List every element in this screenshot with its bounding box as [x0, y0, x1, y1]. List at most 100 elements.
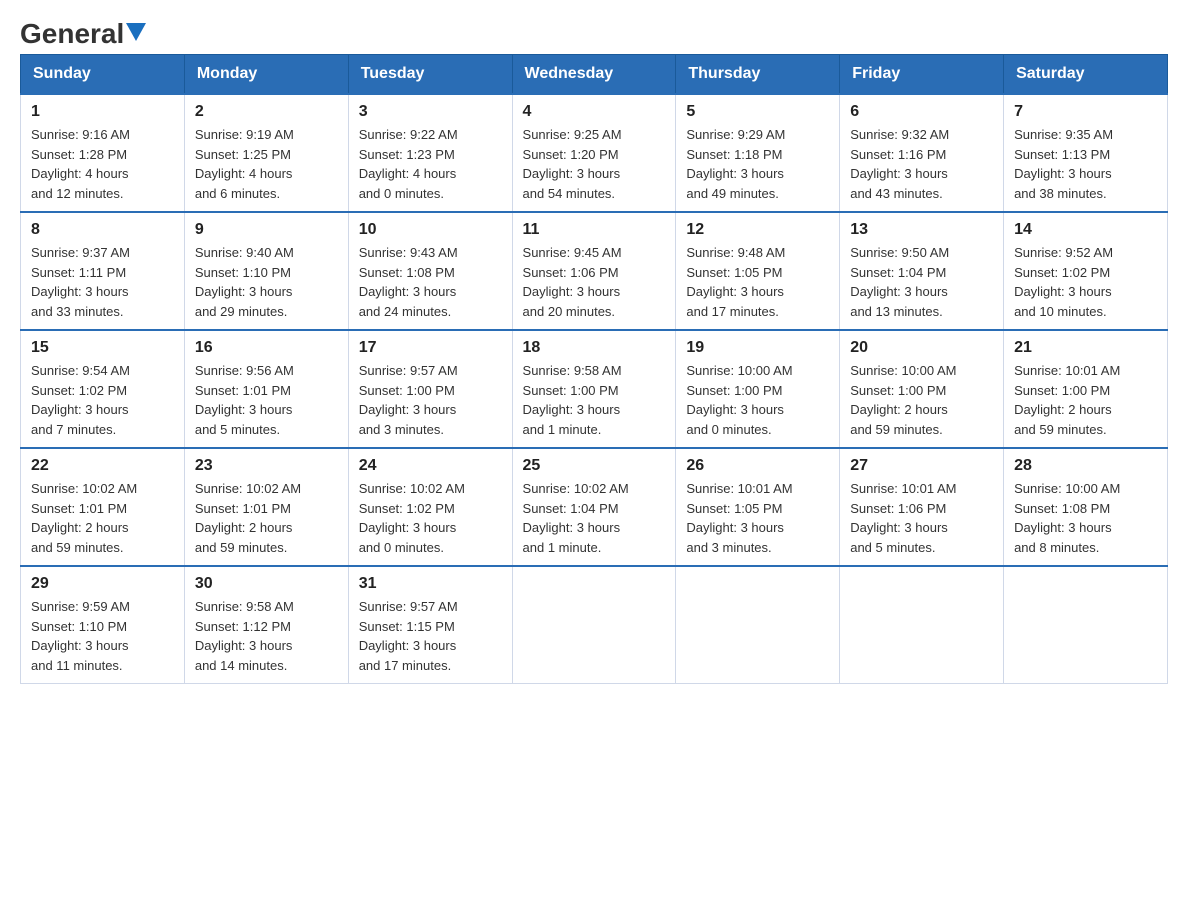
calendar-cell — [840, 566, 1004, 684]
calendar-cell: 5 Sunrise: 9:29 AM Sunset: 1:18 PM Daylig… — [676, 94, 840, 212]
day-info: Sunrise: 9:43 AM Sunset: 1:08 PM Dayligh… — [359, 243, 502, 321]
day-info: Sunrise: 9:37 AM Sunset: 1:11 PM Dayligh… — [31, 243, 174, 321]
day-info: Sunrise: 9:45 AM Sunset: 1:06 PM Dayligh… — [523, 243, 666, 321]
calendar-header-row: SundayMondayTuesdayWednesdayThursdayFrid… — [21, 55, 1168, 95]
weekday-header-tuesday: Tuesday — [348, 55, 512, 95]
day-number: 19 — [686, 339, 829, 357]
calendar-cell: 4Sunrise: 9:25 AM Sunset: 1:20 PM Daylig… — [512, 94, 676, 212]
calendar-cell: 29Sunrise: 9:59 AM Sunset: 1:10 PM Dayli… — [21, 566, 185, 684]
day-info: Sunrise: 9:25 AM Sunset: 1:20 PM Dayligh… — [523, 125, 666, 203]
day-number: 17 — [359, 339, 502, 357]
day-number: 28 — [1014, 457, 1157, 475]
calendar-cell: 17 Sunrise: 9:57 AM Sunset: 1:00 PM Dayli… — [348, 330, 512, 448]
day-number: 16 — [195, 339, 338, 357]
calendar-cell — [512, 566, 676, 684]
weekday-header-monday: Monday — [184, 55, 348, 95]
calendar-cell: 16Sunrise: 9:56 AM Sunset: 1:01 PM Dayli… — [184, 330, 348, 448]
calendar-cell: 13 Sunrise: 9:50 AM Sunset: 1:04 PM Dayli… — [840, 212, 1004, 330]
calendar-cell: 27 Sunrise: 10:01 AM Sunset: 1:06 PM Dayl… — [840, 448, 1004, 566]
day-info: Sunrise: 10:00 AM Sunset: 1:00 PM Daylig… — [850, 361, 993, 439]
calendar-cell: 9Sunrise: 9:40 AM Sunset: 1:10 PM Daylig… — [184, 212, 348, 330]
calendar-cell: 11Sunrise: 9:45 AM Sunset: 1:06 PM Dayli… — [512, 212, 676, 330]
day-number: 24 — [359, 457, 502, 475]
calendar-cell: 10Sunrise: 9:43 AM Sunset: 1:08 PM Dayli… — [348, 212, 512, 330]
day-number: 29 — [31, 575, 174, 593]
calendar-cell: 7 Sunrise: 9:35 AM Sunset: 1:13 PM Daylig… — [1004, 94, 1168, 212]
calendar-cell: 14 Sunrise: 9:52 AM Sunset: 1:02 PM Dayli… — [1004, 212, 1168, 330]
day-info: Sunrise: 9:22 AM Sunset: 1:23 PM Dayligh… — [359, 125, 502, 203]
calendar-cell: 24 Sunrise: 10:02 AM Sunset: 1:02 PM Dayl… — [348, 448, 512, 566]
day-number: 14 — [1014, 221, 1157, 239]
day-number: 30 — [195, 575, 338, 593]
day-number: 5 — [686, 103, 829, 121]
day-info: Sunrise: 9:16 AM Sunset: 1:28 PM Dayligh… — [31, 125, 174, 203]
calendar-cell: 2Sunrise: 9:19 AM Sunset: 1:25 PM Daylig… — [184, 94, 348, 212]
calendar-cell: 20 Sunrise: 10:00 AM Sunset: 1:00 PM Dayl… — [840, 330, 1004, 448]
day-number: 9 — [195, 221, 338, 239]
day-info: Sunrise: 10:02 AM Sunset: 1:02 PM Daylig… — [359, 479, 502, 557]
calendar-cell: 12Sunrise: 9:48 AM Sunset: 1:05 PM Dayli… — [676, 212, 840, 330]
day-info: Sunrise: 9:52 AM Sunset: 1:02 PM Dayligh… — [1014, 243, 1157, 321]
day-info: Sunrise: 10:00 AM Sunset: 1:00 PM Daylig… — [686, 361, 829, 439]
day-info: Sunrise: 9:19 AM Sunset: 1:25 PM Dayligh… — [195, 125, 338, 203]
day-number: 20 — [850, 339, 993, 357]
day-number: 31 — [359, 575, 502, 593]
calendar-cell: 31Sunrise: 9:57 AM Sunset: 1:15 PM Dayli… — [348, 566, 512, 684]
day-number: 25 — [523, 457, 666, 475]
calendar-cell: 21 Sunrise: 10:01 AM Sunset: 1:00 PM Dayl… — [1004, 330, 1168, 448]
calendar-week-row: 29Sunrise: 9:59 AM Sunset: 1:10 PM Dayli… — [21, 566, 1168, 684]
calendar-cell: 30 Sunrise: 9:58 AM Sunset: 1:12 PM Dayli… — [184, 566, 348, 684]
logo-general-text: General — [20, 20, 124, 48]
calendar-table: SundayMondayTuesdayWednesdayThursdayFrid… — [20, 54, 1168, 684]
day-number: 18 — [523, 339, 666, 357]
calendar-cell: 6Sunrise: 9:32 AM Sunset: 1:16 PM Daylig… — [840, 94, 1004, 212]
day-number: 7 — [1014, 103, 1157, 121]
day-info: Sunrise: 10:01 AM Sunset: 1:05 PM Daylig… — [686, 479, 829, 557]
calendar-week-row: 15 Sunrise: 9:54 AM Sunset: 1:02 PM Dayli… — [21, 330, 1168, 448]
day-info: Sunrise: 10:01 AM Sunset: 1:00 PM Daylig… — [1014, 361, 1157, 439]
calendar-cell: 1 Sunrise: 9:16 AM Sunset: 1:28 PM Daylig… — [21, 94, 185, 212]
calendar-cell — [1004, 566, 1168, 684]
day-number: 22 — [31, 457, 174, 475]
day-number: 23 — [195, 457, 338, 475]
day-number: 26 — [686, 457, 829, 475]
page-header: General — [20, 20, 1168, 44]
calendar-cell: 26 Sunrise: 10:01 AM Sunset: 1:05 PM Dayl… — [676, 448, 840, 566]
day-number: 3 — [359, 103, 502, 121]
day-info: Sunrise: 9:48 AM Sunset: 1:05 PM Dayligh… — [686, 243, 829, 321]
day-info: Sunrise: 10:02 AM Sunset: 1:01 PM Daylig… — [195, 479, 338, 557]
day-info: Sunrise: 9:50 AM Sunset: 1:04 PM Dayligh… — [850, 243, 993, 321]
calendar-cell: 19 Sunrise: 10:00 AM Sunset: 1:00 PM Dayl… — [676, 330, 840, 448]
calendar-cell: 8 Sunrise: 9:37 AM Sunset: 1:11 PM Daylig… — [21, 212, 185, 330]
calendar-cell: 18Sunrise: 9:58 AM Sunset: 1:00 PM Dayli… — [512, 330, 676, 448]
weekday-header-wednesday: Wednesday — [512, 55, 676, 95]
day-info: Sunrise: 9:35 AM Sunset: 1:13 PM Dayligh… — [1014, 125, 1157, 203]
day-info: Sunrise: 10:02 AM Sunset: 1:01 PM Daylig… — [31, 479, 174, 557]
calendar-week-row: 1 Sunrise: 9:16 AM Sunset: 1:28 PM Daylig… — [21, 94, 1168, 212]
logo: General — [20, 20, 146, 44]
calendar-cell: 23 Sunrise: 10:02 AM Sunset: 1:01 PM Dayl… — [184, 448, 348, 566]
calendar-cell: 3 Sunrise: 9:22 AM Sunset: 1:23 PM Daylig… — [348, 94, 512, 212]
day-number: 21 — [1014, 339, 1157, 357]
calendar-cell: 28 Sunrise: 10:00 AM Sunset: 1:08 PM Dayl… — [1004, 448, 1168, 566]
day-number: 15 — [31, 339, 174, 357]
day-info: Sunrise: 10:02 AM Sunset: 1:04 PM Daylig… — [523, 479, 666, 557]
day-info: Sunrise: 9:57 AM Sunset: 1:00 PM Dayligh… — [359, 361, 502, 439]
weekday-header-saturday: Saturday — [1004, 55, 1168, 95]
calendar-week-row: 22 Sunrise: 10:02 AM Sunset: 1:01 PM Dayl… — [21, 448, 1168, 566]
weekday-header-friday: Friday — [840, 55, 1004, 95]
logo-triangle-icon — [126, 23, 146, 41]
calendar-cell — [676, 566, 840, 684]
day-number: 1 — [31, 103, 174, 121]
day-info: Sunrise: 9:58 AM Sunset: 1:12 PM Dayligh… — [195, 597, 338, 675]
calendar-cell: 22 Sunrise: 10:02 AM Sunset: 1:01 PM Dayl… — [21, 448, 185, 566]
day-number: 8 — [31, 221, 174, 239]
day-number: 27 — [850, 457, 993, 475]
day-info: Sunrise: 9:54 AM Sunset: 1:02 PM Dayligh… — [31, 361, 174, 439]
weekday-header-thursday: Thursday — [676, 55, 840, 95]
day-info: Sunrise: 9:29 AM Sunset: 1:18 PM Dayligh… — [686, 125, 829, 203]
calendar-cell: 25 Sunrise: 10:02 AM Sunset: 1:04 PM Dayl… — [512, 448, 676, 566]
day-info: Sunrise: 10:01 AM Sunset: 1:06 PM Daylig… — [850, 479, 993, 557]
day-number: 13 — [850, 221, 993, 239]
day-info: Sunrise: 10:00 AM Sunset: 1:08 PM Daylig… — [1014, 479, 1157, 557]
